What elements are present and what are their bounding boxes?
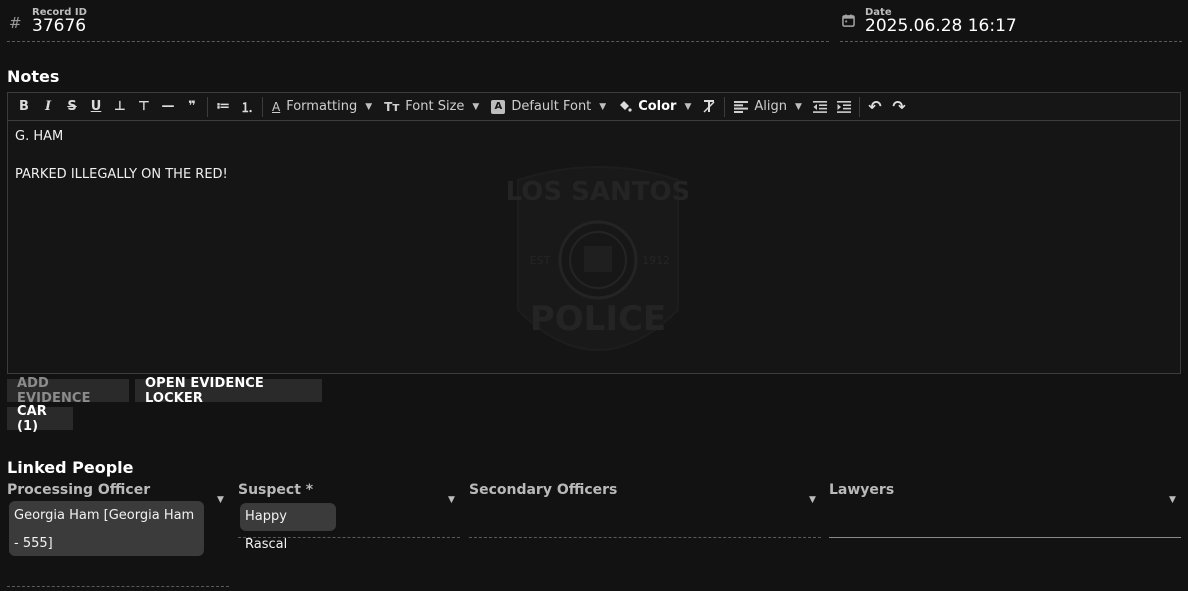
record-id-field: # Record ID 37676	[7, 6, 829, 42]
chevron-down-icon[interactable]: ▼	[809, 495, 816, 505]
indent-button[interactable]	[832, 96, 856, 118]
strikethrough-button[interactable]: S	[60, 96, 84, 118]
clear-format-icon	[703, 100, 715, 113]
toolbar-divider	[262, 96, 263, 117]
date-field[interactable]: Date 2025.06.28 16:17	[840, 6, 1182, 42]
secondary-officers-label: Secondary Officers	[469, 482, 618, 498]
default-font-label: Default Font	[511, 99, 592, 114]
secondary-officers-field[interactable]: Secondary Officers ▼	[469, 482, 821, 505]
watermark-year: 1912	[642, 254, 670, 267]
color-label: Color	[638, 99, 677, 114]
align-dropdown[interactable]: Align ▼	[728, 96, 808, 118]
indent-icon	[836, 100, 851, 113]
chevron-down-icon[interactable]: ▼	[1169, 495, 1176, 505]
color-dropdown[interactable]: Color ▼	[612, 96, 697, 118]
toolbar-divider	[207, 96, 208, 117]
outdent-button[interactable]	[808, 96, 832, 118]
notes-editor[interactable]: B I S U ⊥ ⊤ — ❞ ≔ ⒈ A Formatting ▼ Tт Fo…	[7, 92, 1181, 374]
officer-chip-line: - 555]	[14, 536, 53, 551]
note-line: G. HAM	[15, 129, 64, 144]
processing-officer-underline	[7, 586, 229, 587]
chevron-down-icon: ▼	[599, 101, 607, 112]
undo-button[interactable]: ↶	[863, 96, 887, 118]
lawyers-field[interactable]: Lawyers ▼	[829, 482, 1181, 505]
underline-button[interactable]: U	[84, 96, 108, 118]
suspect-label: Suspect *	[238, 482, 314, 498]
notes-title: Notes	[7, 67, 60, 86]
secondary-officers-underline	[469, 537, 821, 538]
watermark-bottom-text: POLICE	[530, 299, 666, 339]
hash-icon: #	[9, 14, 22, 32]
lawyers-underline	[829, 537, 1181, 538]
processing-officer-chip[interactable]: Georgia Ham [Georgia Ham - 555]	[9, 501, 204, 556]
italic-button[interactable]: I	[36, 96, 60, 118]
bullet-list-button[interactable]: ≔	[211, 96, 235, 118]
add-evidence-button[interactable]: ADD EVIDENCE	[7, 376, 129, 406]
font-size-icon: Tт	[384, 99, 400, 114]
car-evidence-tag[interactable]: CAR (1)	[7, 404, 73, 434]
subscript-button[interactable]: ⊥	[108, 96, 132, 118]
align-left-icon	[734, 100, 749, 113]
formatting-label: Formatting	[286, 99, 358, 114]
align-label: Align	[754, 99, 788, 114]
redo-button[interactable]: ↷	[887, 96, 911, 118]
note-line: PARKED ILLEGALLY ON THE RED!	[15, 167, 228, 182]
calendar-icon	[842, 14, 855, 27]
processing-officer-field[interactable]: Processing Officer ▼	[7, 482, 229, 505]
horizontal-rule-button[interactable]: —	[156, 96, 180, 118]
formatting-dropdown[interactable]: A Formatting ▼	[266, 96, 378, 118]
notes-text-area[interactable]: LOS SANTOS EST 1912 POLICE G. HAM PARKED…	[8, 122, 1180, 374]
blockquote-button[interactable]: ❞	[180, 96, 204, 118]
chevron-down-icon: ▼	[795, 101, 802, 112]
suspect-field[interactable]: Suspect * ▼	[238, 482, 460, 505]
superscript-button[interactable]: ⊤	[132, 96, 156, 118]
bold-button[interactable]: B	[12, 96, 36, 118]
chevron-down-icon[interactable]: ▼	[217, 495, 224, 505]
suspect-underline	[238, 537, 460, 538]
font-size-dropdown[interactable]: Tт Font Size ▼	[378, 96, 485, 118]
ordered-list-button[interactable]: ⒈	[235, 96, 259, 118]
chevron-down-icon: ▼	[472, 101, 480, 112]
watermark-est: EST	[530, 254, 551, 267]
toolbar-divider	[724, 96, 726, 117]
date-value[interactable]: 2025.06.28 16:17	[865, 16, 1017, 36]
open-evidence-locker-button[interactable]: OPEN EVIDENCE LOCKER	[135, 376, 322, 406]
officer-chip-line: Georgia Ham [Georgia Ham	[14, 508, 195, 523]
clear-formatting-button[interactable]	[697, 96, 721, 118]
linked-people-title: Linked People	[7, 458, 134, 477]
outdent-icon	[812, 100, 827, 113]
police-badge-watermark: LOS SANTOS EST 1912 POLICE	[508, 166, 688, 351]
suspect-chip[interactable]: Happy Rascal	[240, 503, 336, 552]
lawyers-label: Lawyers	[829, 482, 895, 498]
chevron-down-icon: ▼	[684, 101, 692, 112]
processing-officer-label: Processing Officer	[7, 482, 151, 498]
toolbar-divider	[858, 96, 860, 117]
default-font-dropdown[interactable]: A Default Font ▼	[485, 96, 612, 118]
chevron-down-icon[interactable]: ▼	[448, 495, 455, 505]
font-size-label: Font Size	[405, 99, 465, 114]
text-format-icon: A	[272, 99, 281, 114]
font-family-icon: A	[491, 99, 506, 114]
record-id-value: 37676	[32, 16, 87, 36]
chevron-down-icon: ▼	[365, 101, 373, 112]
paint-bucket-icon	[620, 101, 632, 112]
editor-toolbar: B I S U ⊥ ⊤ — ❞ ≔ ⒈ A Formatting ▼ Tт Fo…	[8, 93, 1180, 121]
